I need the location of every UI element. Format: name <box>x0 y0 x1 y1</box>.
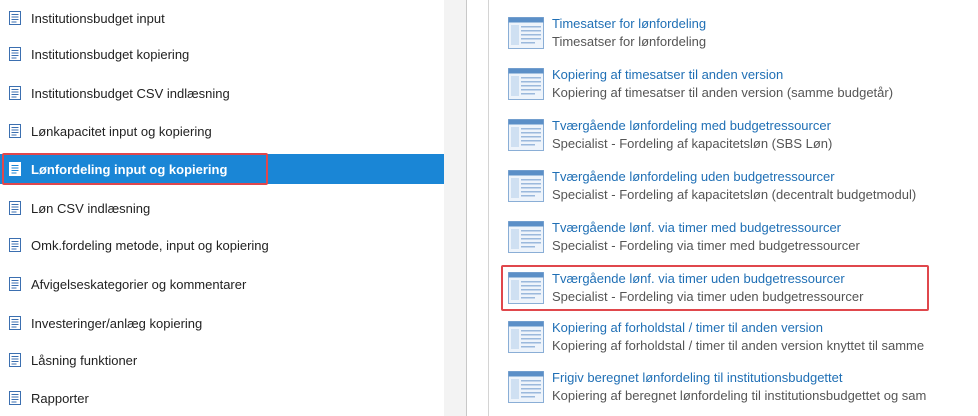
document-icon <box>9 201 21 215</box>
nav-item-institutionsbudget-kopiering[interactable]: Institutionsbudget kopiering <box>0 39 444 69</box>
report-item-timesatser[interactable]: Timesatser for lønfordeling Timesatser f… <box>508 11 978 55</box>
report-title-link[interactable]: Kopiering af forholdstal / timer til and… <box>552 319 924 337</box>
report-document-icon <box>508 371 544 403</box>
nav-item-label: Institutionsbudget input <box>31 10 165 26</box>
report-document-icon <box>508 221 544 253</box>
report-description: Kopiering af forholdstal / timer til and… <box>552 338 925 353</box>
report-document-icon <box>508 272 544 304</box>
report-description: Specialist - Fordeling via timer med bud… <box>552 238 860 253</box>
nav-item-institutionsbudget-csv[interactable]: Institutionsbudget CSV indlæsning <box>0 78 444 108</box>
report-title-link[interactable]: Tværgående lønfordeling uden budgetresso… <box>552 168 916 186</box>
nav-item-label: Afvigelseskategorier og kommentarer <box>31 276 247 292</box>
nav-item-afvigelseskategorier[interactable]: Afvigelseskategorier og kommentarer <box>0 269 444 299</box>
nav-item-label: Lønfordeling input og kopiering <box>31 161 228 177</box>
nav-item-institutionsbudget-input[interactable]: Institutionsbudget input <box>0 3 444 33</box>
document-icon <box>9 162 21 176</box>
report-description: Kopiering af timesatser til anden versio… <box>552 85 894 100</box>
nav-item-label: Lønkapacitet input og kopiering <box>31 123 212 139</box>
report-title-link[interactable]: Tværgående lønf. via timer uden budgetre… <box>552 270 863 288</box>
report-title-link[interactable]: Timesatser for lønfordeling <box>552 15 706 33</box>
nav-item-label: Låsning funktioner <box>31 352 138 368</box>
nav-item-investeringer[interactable]: Investeringer/anlæg kopiering <box>0 308 444 338</box>
report-document-icon <box>508 170 544 202</box>
report-item-tvaergaaende-uden[interactable]: Tværgående lønfordeling uden budgetresso… <box>508 164 978 208</box>
panel-divider[interactable] <box>466 0 467 416</box>
report-description: Specialist - Fordeling af kapacitetsløn … <box>552 187 917 202</box>
report-item-forholdstal[interactable]: Kopiering af forholdstal / timer til and… <box>508 315 978 359</box>
report-title-link[interactable]: Frigiv beregnet lønfordeling til institu… <box>552 369 926 387</box>
report-description: Specialist - Fordeling af kapacitetsløn … <box>552 136 833 151</box>
report-item-timer-med[interactable]: Tværgående lønf. via timer med budgetres… <box>508 215 978 259</box>
document-icon <box>9 11 21 25</box>
document-icon <box>9 238 21 252</box>
nav-item-label: Institutionsbudget kopiering <box>31 46 190 62</box>
report-document-icon <box>508 68 544 100</box>
report-item-timer-uden[interactable]: Tværgående lønf. via timer uden budgetre… <box>508 266 978 310</box>
document-icon <box>9 353 21 367</box>
report-description: Timesatser for lønfordeling <box>552 34 707 49</box>
panel-gutter <box>444 0 466 416</box>
nav-item-rapporter[interactable]: Rapporter <box>0 383 444 413</box>
document-icon <box>9 124 21 138</box>
nav-item-loenkapacitet[interactable]: Lønkapacitet input og kopiering <box>0 116 444 146</box>
nav-item-label: Institutionsbudget CSV indlæsning <box>31 85 230 101</box>
nav-item-label: Rapporter <box>31 390 89 406</box>
document-icon <box>9 86 21 100</box>
report-document-icon <box>508 17 544 49</box>
report-description: Kopiering af beregnet lønfordeling til i… <box>552 388 927 403</box>
document-icon <box>9 47 21 61</box>
report-title-link[interactable]: Kopiering af timesatser til anden versio… <box>552 66 893 84</box>
document-icon <box>9 277 21 291</box>
document-icon <box>9 316 21 330</box>
left-navigation: Institutionsbudget input Institutionsbud… <box>0 0 444 416</box>
nav-item-loenfordeling[interactable]: Lønfordeling input og kopiering <box>0 154 444 184</box>
report-item-tvaergaaende-med[interactable]: Tværgående lønfordeling med budgetressou… <box>508 113 978 157</box>
nav-item-omkfordeling[interactable]: Omk.fordeling metode, input og kopiering <box>0 230 444 260</box>
report-document-icon <box>508 119 544 151</box>
report-description: Specialist - Fordeling via timer uden bu… <box>552 289 864 304</box>
report-item-kopiering-timesatser[interactable]: Kopiering af timesatser til anden versio… <box>508 62 978 106</box>
nav-item-label: Omk.fordeling metode, input og kopiering <box>31 237 269 253</box>
report-list: Timesatser for lønfordeling Timesatser f… <box>489 0 978 416</box>
nav-item-label: Investeringer/anlæg kopiering <box>31 315 203 331</box>
report-title-link[interactable]: Tværgående lønfordeling med budgetressou… <box>552 117 832 135</box>
nav-item-loen-csv[interactable]: Løn CSV indlæsning <box>0 193 444 223</box>
nav-item-laasning[interactable]: Låsning funktioner <box>0 345 444 375</box>
document-icon <box>9 391 21 405</box>
report-item-frigiv[interactable]: Frigiv beregnet lønfordeling til institu… <box>508 365 978 409</box>
nav-item-label: Løn CSV indlæsning <box>31 200 151 216</box>
report-document-icon <box>508 321 544 353</box>
report-title-link[interactable]: Tværgående lønf. via timer med budgetres… <box>552 219 860 237</box>
